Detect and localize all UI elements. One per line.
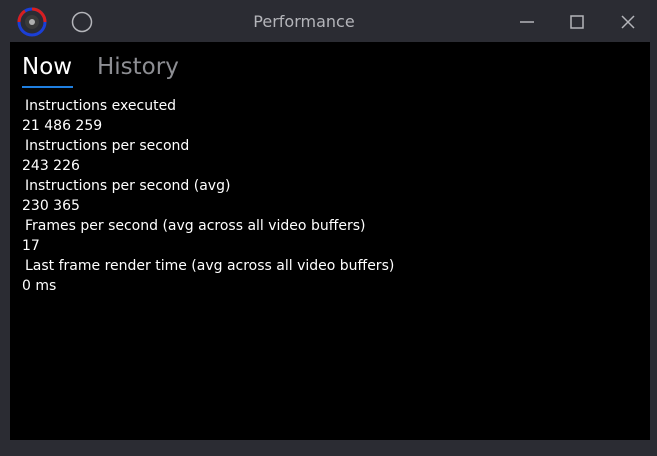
active-tab-indicator (22, 86, 73, 88)
title-bar[interactable]: Performance (0, 0, 657, 42)
close-icon[interactable] (617, 11, 639, 33)
maximize-icon[interactable] (566, 11, 588, 33)
metric-label-instructions-per-second: Instructions per second (25, 138, 190, 154)
metric-label-instructions-per-second-avg: Instructions per second (avg) (25, 178, 231, 194)
tab-now[interactable]: Now (22, 52, 72, 82)
performance-window: Performance Now History Instructions exe… (0, 0, 657, 456)
metrics-list: Instructions executed 21 486 259 Instruc… (22, 96, 642, 296)
metric-value-instructions-per-second-avg: 230 365 (22, 198, 80, 214)
content-area: Now History Instructions executed 21 486… (10, 42, 650, 440)
tab-history[interactable]: History (97, 52, 179, 82)
metric-label-last-frame-render-time: Last frame render time (avg across all v… (25, 258, 395, 274)
metric-value-instructions-per-second: 243 226 (22, 158, 80, 174)
metric-label-instructions-executed: Instructions executed (25, 98, 177, 114)
metric-value-last-frame-render-time: 0 ms (22, 278, 57, 294)
metric-value-frames-per-second: 17 (22, 238, 40, 254)
metric-value-instructions-executed: 21 486 259 (22, 118, 103, 134)
minimize-icon[interactable] (516, 11, 538, 33)
metric-label-frames-per-second: Frames per second (avg across all video … (25, 218, 366, 234)
